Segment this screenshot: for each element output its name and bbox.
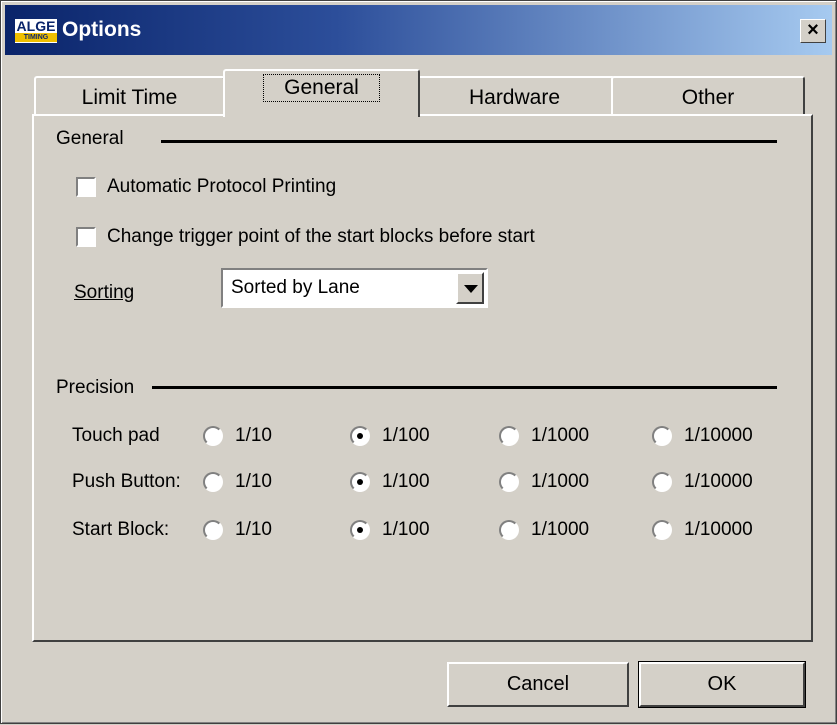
title-bar[interactable]: ALGE TIMING Options × [5, 5, 832, 55]
logo-text: ALGE [16, 18, 56, 34]
push-button-radio-1-1000[interactable] [499, 472, 519, 492]
window-title: Options [62, 18, 142, 41]
touch-pad-radio-1-100[interactable] [350, 426, 370, 446]
ok-button[interactable]: OK [638, 661, 806, 708]
sorting-value: Sorted by Lane [231, 277, 360, 298]
options-dialog: ALGE TIMING Options × Limit Time Hardwar… [0, 0, 837, 724]
auto-print-checkbox[interactable] [76, 177, 96, 197]
alge-logo: ALGE TIMING [15, 19, 57, 43]
radio-label: 1/100 [382, 425, 430, 446]
logo-subtext: TIMING [15, 33, 57, 42]
start-block-radio-1-1000[interactable] [499, 520, 519, 540]
radio-label: 1/1000 [531, 425, 590, 446]
tab-label: Other [681, 86, 735, 109]
radio-label: 1/10 [235, 519, 272, 540]
touch-pad-radio-1-10[interactable] [203, 426, 223, 446]
tab-label: Hardware [468, 86, 561, 109]
touch-pad-radio-1-10000[interactable] [652, 426, 672, 446]
start-block-radio-1-100[interactable] [350, 520, 370, 540]
tab-limit-time[interactable]: Limit Time [34, 76, 225, 116]
radio-label: 1/100 [382, 471, 430, 492]
radio-label: 1/10000 [684, 471, 753, 492]
start-block-label: Start Block: [72, 519, 170, 540]
close-icon: × [807, 19, 819, 41]
close-button[interactable]: × [800, 19, 826, 43]
radio-label: 1/100 [382, 519, 430, 540]
radio-label: 1/10 [235, 425, 272, 446]
sorting-select[interactable]: Sorted by Lane [221, 268, 488, 308]
tab-hardware[interactable]: Hardware [414, 76, 615, 116]
touch-pad-radio-1-1000[interactable] [499, 426, 519, 446]
start-block-radio-1-10[interactable] [203, 520, 223, 540]
precision-divider [152, 386, 777, 389]
radio-label: 1/10 [235, 471, 272, 492]
touch-pad-label: Touch pad [72, 425, 160, 446]
start-block-radio-1-10000[interactable] [652, 520, 672, 540]
radio-label: 1/1000 [531, 519, 590, 540]
tab-other[interactable]: Other [611, 76, 805, 116]
general-section-label: General [56, 128, 124, 149]
sorting-label: Sorting [74, 282, 135, 303]
change-trigger-label[interactable]: Change trigger point of the start blocks… [107, 226, 535, 248]
change-trigger-checkbox[interactable] [76, 227, 96, 247]
radio-label: 1/1000 [531, 471, 590, 492]
auto-print-label[interactable]: Automatic Protocol Printing [107, 176, 336, 198]
push-button-label: Push Button: [72, 471, 181, 492]
radio-label: 1/10000 [684, 519, 753, 540]
tab-label: Limit Time [81, 86, 178, 109]
general-divider [161, 140, 777, 143]
radio-label: 1/10000 [684, 425, 753, 446]
push-button-radio-1-10000[interactable] [652, 472, 672, 492]
chevron-down-icon[interactable] [456, 272, 484, 304]
push-button-radio-1-10[interactable] [203, 472, 223, 492]
tab-general[interactable]: General [223, 69, 420, 117]
push-button-radio-1-100[interactable] [350, 472, 370, 492]
precision-section-label: Precision [56, 377, 135, 398]
cancel-button[interactable]: Cancel [447, 662, 629, 707]
tab-label: General [263, 74, 380, 102]
